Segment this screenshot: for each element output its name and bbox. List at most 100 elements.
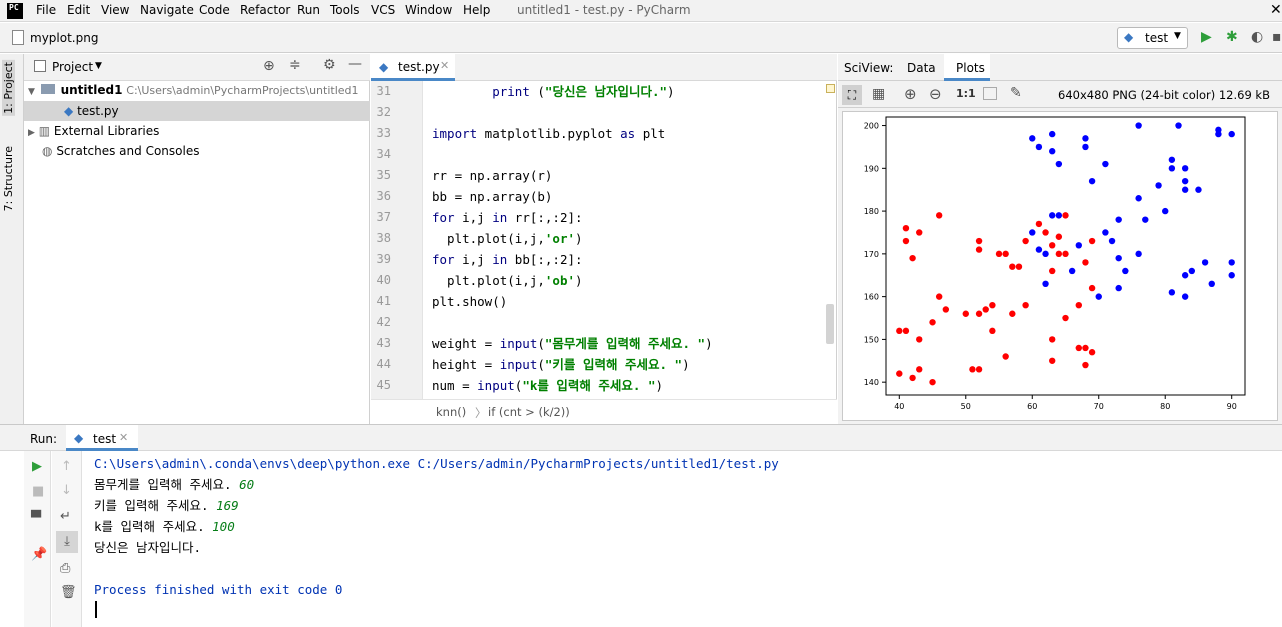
menu-code[interactable]: Code [199, 3, 230, 17]
tab-plots[interactable]: Plots [944, 54, 990, 81]
tree-item-scratches[interactable]: ◍ Scratches and Consoles [42, 141, 199, 161]
zoom-in-icon[interactable]: ⊕ [904, 85, 917, 103]
rerun-icon[interactable]: ▶ [32, 459, 42, 474]
breadcrumb-file[interactable]: myplot.png [30, 31, 98, 45]
zoom-out-icon[interactable]: ⊖ [929, 85, 942, 103]
arrow-up-icon[interactable]: ↑ [61, 459, 72, 474]
line-number: 39 [376, 252, 391, 266]
breadcrumb-condition[interactable]: if (cnt > (k/2)) [488, 405, 570, 419]
data-point [1195, 186, 1202, 193]
code-line: height = input("키를 입력해 주세요. ") [432, 354, 690, 375]
line-number: 36 [376, 189, 391, 203]
data-point [1055, 250, 1063, 258]
menu-refactor[interactable]: Refactor [240, 3, 290, 17]
run-config-selector[interactable]: ◆ test ▼ [1117, 27, 1188, 49]
tab-data[interactable]: Data [907, 61, 936, 75]
editor-scrollbar[interactable] [826, 304, 834, 344]
print-icon[interactable]: ⎙ [60, 561, 70, 576]
data-point [1042, 280, 1049, 287]
menu-navigate[interactable]: Navigate [140, 3, 194, 17]
code-line: bb = np.array(b) [432, 186, 552, 207]
structure-tool-tab[interactable]: 7: Structure [2, 146, 15, 211]
console-text: 100 [212, 519, 235, 534]
arrow-down-icon[interactable]: ↓ [61, 483, 72, 498]
close-tab-icon[interactable]: ✕ [440, 59, 449, 72]
menu-run[interactable]: Run [297, 3, 320, 17]
pin-icon[interactable]: 📌 [31, 547, 47, 562]
x-tick-label: 40 [894, 402, 904, 411]
trash-icon[interactable]: 🗑 [60, 585, 77, 600]
restore-layout-icon[interactable]: ▀ [31, 511, 41, 526]
collapse-all-icon[interactable]: ≑ [289, 57, 301, 73]
line-number: 31 [376, 84, 391, 98]
breadcrumb-separator: 〉 [475, 406, 487, 420]
background-icon[interactable] [983, 87, 997, 100]
run-toolbar-secondary: ↑ ↓ ↵ ⤓ ⎙ 🗑 [52, 451, 82, 627]
data-point [1055, 160, 1063, 168]
menu-file[interactable]: File [36, 3, 56, 17]
python-icon: ◆ [1124, 30, 1134, 44]
color-picker-icon[interactable]: ✎ [1010, 85, 1022, 101]
menu-vcs[interactable]: VCS [371, 3, 395, 17]
fit-zoom-icon[interactable]: ⛶ [842, 85, 862, 105]
gear-icon[interactable]: ⚙ [323, 57, 336, 73]
root-folder-name: untitled1 [60, 83, 123, 97]
soft-wrap-icon[interactable]: ↵ [60, 509, 71, 524]
console-line: C:\Users\admin\.conda\envs\deep\python.e… [94, 453, 779, 474]
data-point [1095, 293, 1102, 300]
data-point [969, 366, 976, 373]
file-name: test.py [77, 104, 119, 118]
menu-help[interactable]: Help [463, 3, 490, 17]
actual-size-button[interactable]: 1:1 [956, 87, 976, 100]
code-token: ( [529, 84, 545, 99]
data-point [909, 374, 916, 382]
coverage-icon[interactable]: ◐ [1251, 29, 1263, 45]
menu-window[interactable]: Window [405, 3, 452, 17]
data-point [1035, 143, 1043, 151]
run-tab[interactable]: ◆ test ✕ [66, 425, 138, 451]
data-point [1181, 165, 1189, 172]
scroll-to-end-icon[interactable]: ⤓ [56, 531, 78, 553]
menu-tools[interactable]: Tools [330, 3, 360, 17]
code-token: plt.show() [432, 294, 508, 309]
data-point [995, 250, 1003, 258]
hide-icon[interactable]: — [348, 56, 362, 72]
plot-image[interactable]: 40 50 60 70 80 90 140 150 160 170 180 190 200 [842, 111, 1278, 421]
chevron-down-icon[interactable]: ▼ [95, 61, 102, 71]
menu-view[interactable]: View [101, 3, 129, 17]
console-text: 몸무게를 입력해 주세요. [94, 477, 240, 492]
data-point [1135, 195, 1142, 202]
console-line: 몸무게를 입력해 주세요. 60 [94, 474, 254, 495]
code-line: num = input("k를 입력해 주세요. ") [432, 375, 663, 396]
run-icon[interactable]: ▶ [1201, 29, 1212, 45]
data-point [1088, 177, 1096, 185]
grid-icon[interactable]: ▦ [872, 86, 885, 102]
project-tool-tab[interactable]: 1: Project [2, 60, 15, 116]
tree-item-root[interactable]: ▼ untitled1 C:\Users\admin\PycharmProjec… [28, 80, 370, 100]
data-point [1181, 272, 1189, 279]
editor-tab-test-py[interactable]: ◆ test.py ✕ [371, 54, 455, 81]
menu-edit[interactable]: Edit [67, 3, 90, 17]
data-point [902, 327, 910, 335]
image-file-icon [12, 30, 24, 45]
project-view-selector[interactable]: Project [52, 60, 93, 74]
breadcrumb-function[interactable]: knn() [436, 405, 466, 419]
code-line: plt.show() [432, 291, 507, 312]
code-token: bb[:,:2]: [507, 252, 583, 267]
code-token: rr[:,:2]: [507, 210, 583, 225]
tree-item-test-py[interactable]: ◆ test.py [24, 101, 370, 121]
code-token: import [432, 126, 478, 141]
inspection-indicator[interactable] [826, 84, 835, 93]
locate-icon[interactable]: ⊕ [263, 58, 275, 74]
close-window-icon[interactable]: ✕ [1270, 2, 1282, 18]
stop-icon[interactable]: ▪ [1272, 29, 1282, 45]
close-tab-icon[interactable]: ✕ [119, 431, 128, 444]
stop-icon[interactable]: ■ [32, 484, 44, 499]
y-tick-label: 200 [864, 122, 879, 131]
debug-icon[interactable]: ✱ [1226, 29, 1238, 45]
data-point [1181, 293, 1189, 300]
tree-item-external-libraries[interactable]: ▶ ▥ External Libraries [28, 121, 159, 141]
console-text: 키를 입력해 주세요. [94, 498, 217, 513]
code-token: matplotlib.pyplot [477, 126, 621, 141]
console-text: Process finished with exit code 0 [94, 582, 343, 597]
